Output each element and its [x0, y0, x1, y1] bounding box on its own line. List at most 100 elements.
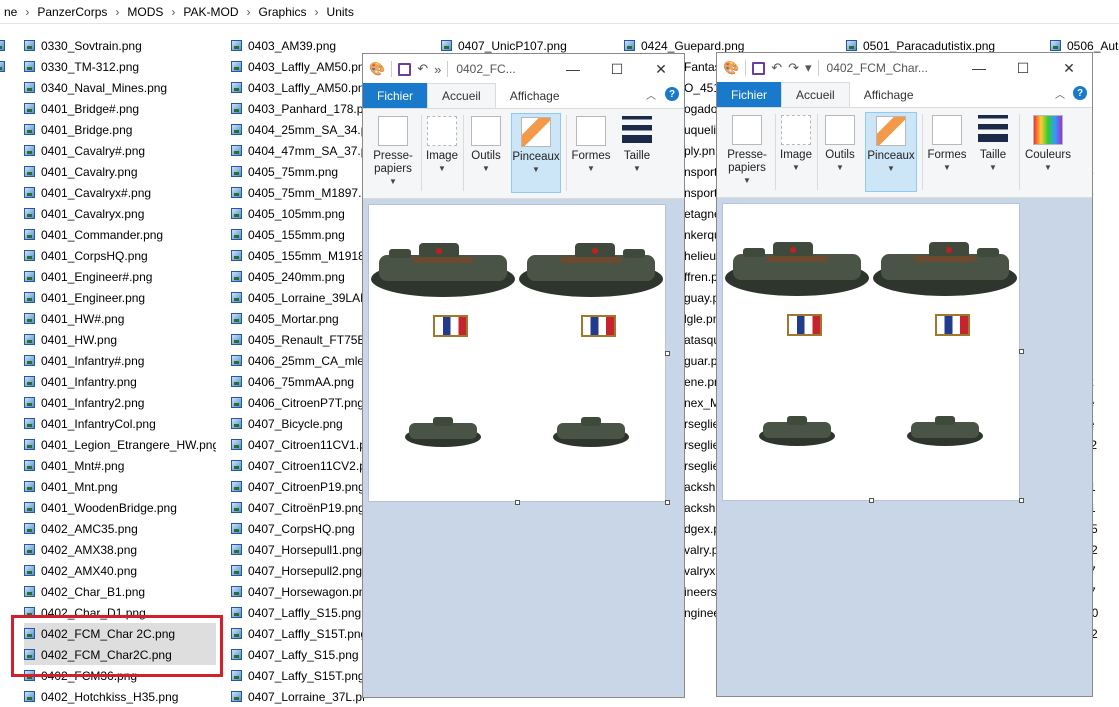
file-item[interactable]: O_451. [684, 77, 720, 98]
file-item[interactable]: valryx. [684, 560, 720, 581]
file-item[interactable]: 0402_Hotchkiss_H35.png [24, 686, 216, 707]
maximize-icon[interactable]: ☐ [595, 54, 639, 84]
tab-accueil[interactable]: Accueil [427, 83, 496, 108]
file-item[interactable]: 0407_Laffy_S15T.png [231, 665, 366, 686]
file-item[interactable]: 0401_Mnt#.png [24, 455, 216, 476]
collapse-ribbon-icon[interactable]: ︿ [1055, 86, 1065, 101]
file-item[interactable]: 0405_240mm.png [231, 266, 366, 287]
customize-icon[interactable]: ▾ [805, 60, 812, 76]
file-item[interactable]: 0401_Mnt.png [24, 476, 216, 497]
group-formes[interactable]: Formes ▼ [569, 113, 613, 193]
file-item[interactable]: 0405_Lorraine_39LAM.png [231, 287, 366, 308]
group-presse-papiers[interactable]: Presse-papiers ▼ [725, 112, 769, 192]
file-item[interactable]: 0407_Lorraine_37L.png [231, 686, 366, 707]
file-item[interactable]: 0407_Horsepull2.png [231, 560, 366, 581]
file-item[interactable]: 0406_75mmAA.png [231, 371, 366, 392]
tab-fichier[interactable]: Fichier [363, 83, 428, 108]
file-item[interactable]: ply.pn [684, 140, 720, 161]
group-image[interactable]: Image ▼ [423, 113, 461, 193]
collapse-ribbon-icon[interactable]: ︿ [646, 87, 656, 102]
maximize-icon[interactable]: ☐ [1001, 53, 1045, 83]
help-icon[interactable]: ? [1073, 86, 1087, 100]
file-item[interactable]: 0401_WoodenBridge.png [24, 497, 216, 518]
file-item[interactable]: 0401_Infantry#.png [24, 350, 216, 371]
file-item[interactable]: valry.p [684, 539, 720, 560]
group-formes[interactable]: Formes ▼ [925, 112, 969, 192]
help-icon[interactable]: ? [665, 87, 679, 101]
file-item[interactable]: 0407_Laffly_S15.png [231, 602, 366, 623]
file-item[interactable]: guay.p [684, 287, 720, 308]
file-item[interactable]: 0402_Char_D1.png [24, 602, 216, 623]
file-item[interactable]: 0405_105mm.png [231, 203, 366, 224]
file-item[interactable]: 0403_AM39.png [231, 35, 366, 56]
file-item[interactable]: nsport [684, 182, 720, 203]
file-item[interactable]: nex_Mi [684, 392, 720, 413]
group-presse-papiers[interactable]: Presse-papiers ▼ [371, 113, 415, 193]
file-item[interactable]: 0405_75mm_M1897.png [231, 182, 366, 203]
redo-icon[interactable]: ↷ [788, 60, 799, 76]
file-item[interactable]: nkerqu [684, 224, 720, 245]
group-outils[interactable]: Outils ▼ [467, 113, 505, 193]
file-item[interactable]: 0402_AMX38.png [24, 539, 216, 560]
file-item[interactable]: 0401_Cavalry#.png [24, 140, 216, 161]
file-item[interactable]: rseglie [684, 413, 720, 434]
file-item[interactable]: 0401_Cavalryx#.png [24, 182, 216, 203]
file-item[interactable]: 0407_Citroen11CV1.png [231, 434, 366, 455]
file-item[interactable]: helieu [684, 245, 720, 266]
resize-handle[interactable] [665, 500, 670, 505]
file-item[interactable]: 0401_Commander.png [24, 224, 216, 245]
tab-affichage[interactable]: Affichage [850, 83, 928, 107]
file-item[interactable]: 0402_FCM_Char2C.png [24, 644, 216, 665]
file-item[interactable]: 0404_25mm_SA_34.png [231, 119, 366, 140]
file-item[interactable]: 0402_FCM_Char 2C.png [24, 623, 216, 644]
breadcrumb-item[interactable]: Graphics [255, 5, 311, 19]
file-item[interactable]: 0401_Engineer.png [24, 287, 216, 308]
resize-handle[interactable] [869, 498, 874, 503]
file-item[interactable]: 0401_InfantryCol.png [24, 413, 216, 434]
file-item[interactable]: 0407_Horsewagon.png [231, 581, 366, 602]
tab-affichage[interactable]: Affichage [496, 84, 574, 108]
more-icon[interactable]: » [434, 62, 441, 77]
breadcrumb-item[interactable]: ne [0, 5, 21, 19]
breadcrumb-item[interactable]: Units [323, 5, 358, 19]
file-item[interactable]: uquelin [684, 119, 720, 140]
tab-accueil[interactable]: Accueil [781, 82, 850, 107]
file-item[interactable]: ogador [684, 98, 720, 119]
file-item[interactable]: 0405_75mm.png [231, 161, 366, 182]
minimize-icon[interactable]: — [957, 53, 1001, 83]
file-item[interactable]: nsport [684, 161, 720, 182]
group-taille[interactable]: Taille ▼ [617, 113, 657, 193]
image-canvas[interactable] [369, 205, 665, 501]
file-item[interactable]: ene.pn [684, 371, 720, 392]
file-item[interactable]: 0401_Infantry2.png [24, 392, 216, 413]
group-taille[interactable]: Taille ▼ [973, 112, 1013, 192]
resize-handle[interactable] [1019, 498, 1024, 503]
file-item[interactable]: 0402_AMX40.png [24, 560, 216, 581]
file-item[interactable]: 0407_Horsepull1.png [231, 539, 366, 560]
save-icon[interactable] [752, 61, 766, 75]
file-item[interactable]: 0407_Laffy_S15.png [231, 644, 366, 665]
file-item[interactable]: ineers [684, 581, 720, 602]
breadcrumb-item[interactable]: PanzerCorps [33, 5, 111, 19]
file-item[interactable]: lgle.pn [684, 308, 720, 329]
file-item[interactable]: 0340_Naval_Mines.png [24, 77, 216, 98]
file-item[interactable]: 0402_Char_B1.png [24, 581, 216, 602]
close-icon[interactable]: ✕ [1047, 53, 1091, 83]
minimize-icon[interactable]: — [551, 54, 595, 84]
group-outils[interactable]: Outils ▼ [821, 112, 859, 192]
file-item[interactable]: 0405_Mortar.png [231, 308, 366, 329]
file-item[interactable]: 0404_47mm_SA_37.png [231, 140, 366, 161]
group-couleurs[interactable]: Couleurs ▼ [1021, 112, 1075, 192]
file-item[interactable]: guar.pr [684, 350, 720, 371]
breadcrumb-item[interactable]: MODS [123, 5, 167, 19]
file-item[interactable]: atasqu [684, 329, 720, 350]
file-item[interactable]: 0403_Laffly_AM50.png [231, 77, 366, 98]
file-item[interactable]: 0330_Sovtrain.png [24, 35, 216, 56]
file-item[interactable]: 0407_CitroënP19.png [231, 497, 366, 518]
file-item[interactable]: 0401_Legion_Etrangere_HW.png [24, 434, 216, 455]
group-pinceaux[interactable]: Pinceaux ▼ [865, 112, 917, 192]
file-item[interactable]: 0407_Laffly_S15T.png [231, 623, 366, 644]
file-item[interactable]: dgex.p [684, 518, 720, 539]
file-item[interactable]: 0407_CorpsHQ.png [231, 518, 366, 539]
undo-icon[interactable]: ↶ [417, 61, 428, 77]
